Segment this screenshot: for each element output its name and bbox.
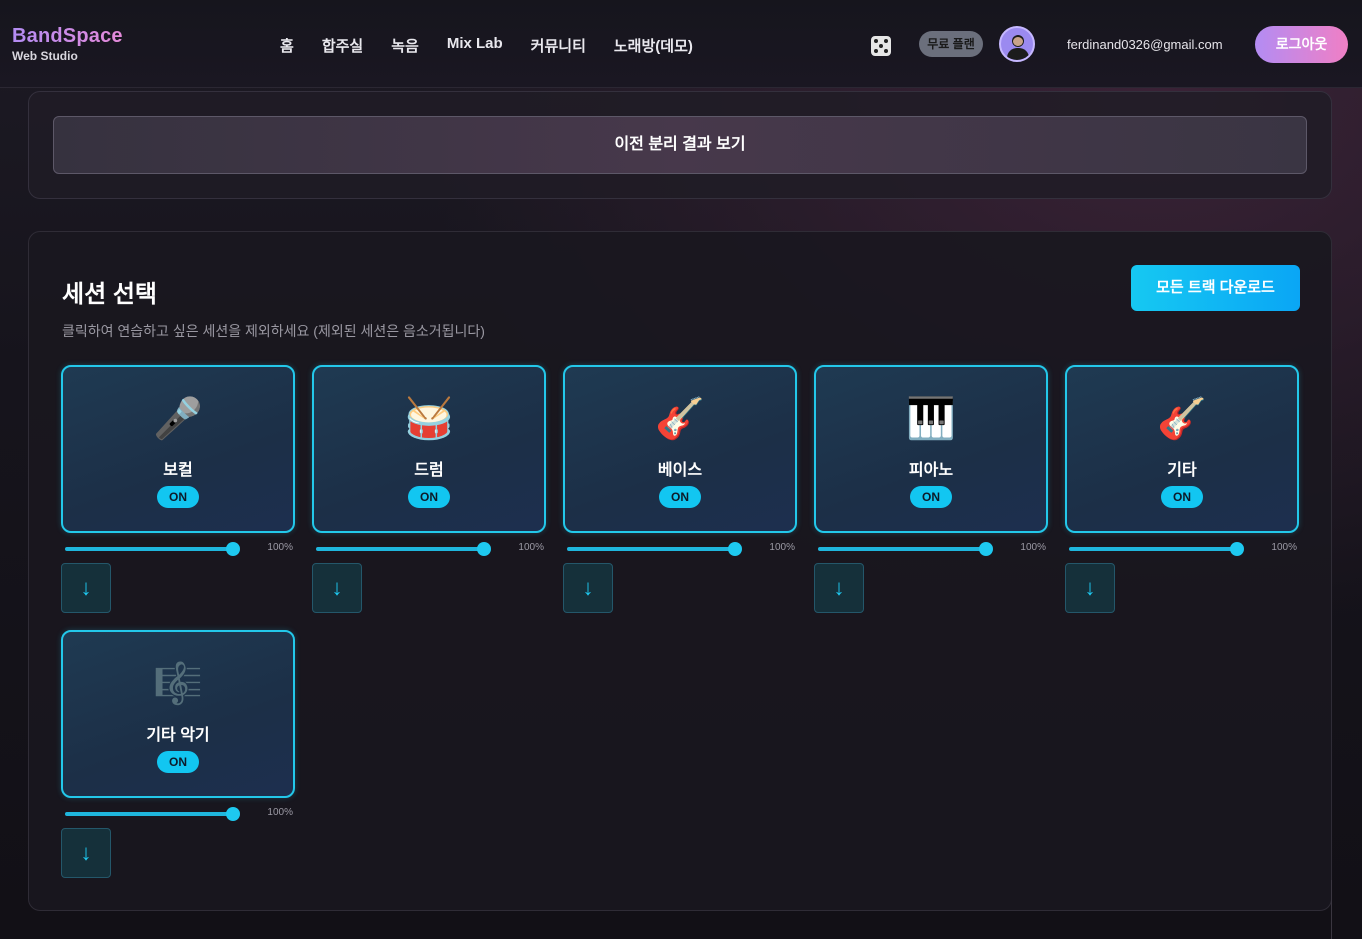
music-score-icon: 🎼 — [153, 662, 203, 706]
track-status-badge[interactable]: ON — [408, 486, 450, 508]
volume-percent: 100% — [267, 807, 293, 818]
volume-knob[interactable] — [477, 542, 491, 556]
track-download-button[interactable]: ↓ — [1065, 563, 1115, 613]
volume-rail — [316, 547, 484, 551]
track-name: 기타 악기 — [146, 727, 210, 744]
volume-knob[interactable] — [1230, 542, 1244, 556]
track-card[interactable]: 🎼 기타 악기 ON — [61, 630, 295, 798]
track-card[interactable]: 🎹 피아노 ON — [814, 365, 1048, 533]
nav-karaoke-demo[interactable]: 노래방(데모) — [614, 35, 693, 56]
volume-slider[interactable]: 100% — [563, 533, 797, 563]
track-status-badge[interactable]: ON — [157, 486, 199, 508]
track-item: 🥁 드럼 ON 100% ↓ — [312, 365, 546, 613]
track-download-button[interactable]: ↓ — [563, 563, 613, 613]
track-status-badge[interactable]: ON — [659, 486, 701, 508]
volume-percent: 100% — [1271, 542, 1297, 553]
volume-slider[interactable]: 100% — [814, 533, 1048, 563]
track-name: 피아노 — [908, 462, 954, 479]
track-item: 🎤 보컬 ON 100% ↓ — [61, 365, 295, 613]
track-name: 드럼 — [414, 462, 444, 479]
avatar-icon[interactable] — [999, 26, 1035, 62]
volume-percent: 100% — [1020, 542, 1046, 553]
track-card[interactable]: 🎸 기타 ON — [1065, 365, 1299, 533]
track-card[interactable]: 🎤 보컬 ON — [61, 365, 295, 533]
previous-results-card: 이전 분리 결과 보기 — [28, 91, 1332, 199]
dice-icon[interactable] — [871, 36, 891, 56]
microphone-icon: 🎤 — [153, 397, 203, 441]
plan-badge: 무료 플랜 — [919, 31, 983, 57]
logout-button[interactable]: 로그아웃 — [1255, 26, 1348, 63]
session-select-card: 세션 선택 클릭하여 연습하고 싶은 세션을 제외하세요 (제외된 세션은 음소… — [28, 231, 1332, 911]
track-name: 기타 — [1167, 462, 1197, 479]
volume-percent: 100% — [769, 542, 795, 553]
volume-rail — [65, 812, 233, 816]
brand-logo[interactable]: BandSpace Web Studio — [12, 25, 123, 63]
volume-percent: 100% — [267, 542, 293, 553]
track-item: 🎼 기타 악기 ON 100% ↓ — [61, 630, 295, 878]
volume-slider[interactable]: 100% — [1065, 533, 1299, 563]
nav-home[interactable]: 홈 — [280, 35, 294, 56]
track-download-button[interactable]: ↓ — [61, 563, 111, 613]
track-card[interactable]: 🥁 드럼 ON — [312, 365, 546, 533]
top-header: BandSpace Web Studio 홈 합주실 녹음 Mix Lab 커뮤… — [0, 0, 1362, 88]
track-item: 🎸 기타 ON 100% ↓ — [1065, 365, 1299, 613]
volume-knob[interactable] — [226, 542, 240, 556]
guitar-icon: 🎸 — [655, 397, 705, 441]
track-status-badge[interactable]: ON — [910, 486, 952, 508]
volume-slider[interactable]: 100% — [61, 533, 295, 563]
session-title: 세션 선택 — [62, 281, 157, 308]
scrollbar-edge — [1331, 880, 1332, 939]
volume-slider[interactable]: 100% — [61, 798, 295, 828]
volume-rail — [567, 547, 735, 551]
track-card[interactable]: 🎸 베이스 ON — [563, 365, 797, 533]
volume-rail — [65, 547, 233, 551]
nav-rehearsal-room[interactable]: 합주실 — [322, 35, 363, 56]
piano-icon: 🎹 — [906, 397, 956, 441]
download-all-tracks-button[interactable]: 모든 트랙 다운로드 — [1131, 265, 1300, 311]
guitar-icon: 🎸 — [1157, 397, 1207, 441]
brand-name: BandSpace — [12, 25, 123, 47]
volume-knob[interactable] — [979, 542, 993, 556]
track-name: 보컬 — [163, 462, 193, 479]
track-item: 🎹 피아노 ON 100% ↓ — [814, 365, 1048, 613]
brand-subtitle: Web Studio — [12, 49, 78, 63]
session-description: 클릭하여 연습하고 싶은 세션을 제외하세요 (제외된 세션은 음소거됩니다) — [62, 323, 485, 339]
view-previous-results-button[interactable]: 이전 분리 결과 보기 — [53, 116, 1307, 174]
volume-knob[interactable] — [728, 542, 742, 556]
nav-mix-lab[interactable]: Mix Lab — [447, 35, 503, 56]
track-download-button[interactable]: ↓ — [312, 563, 362, 613]
volume-knob[interactable] — [226, 807, 240, 821]
track-download-button[interactable]: ↓ — [61, 828, 111, 878]
nav-community[interactable]: 커뮤니티 — [531, 35, 586, 56]
volume-rail — [1069, 547, 1237, 551]
track-item: 🎸 베이스 ON 100% ↓ — [563, 365, 797, 613]
nav-recording[interactable]: 녹음 — [391, 35, 419, 56]
volume-slider[interactable]: 100% — [312, 533, 546, 563]
user-email: ferdinand0326@gmail.com — [1067, 37, 1223, 52]
track-download-button[interactable]: ↓ — [814, 563, 864, 613]
drum-icon: 🥁 — [404, 397, 454, 441]
track-status-badge[interactable]: ON — [157, 751, 199, 773]
track-status-badge[interactable]: ON — [1161, 486, 1203, 508]
track-name: 베이스 — [657, 462, 703, 479]
volume-rail — [818, 547, 986, 551]
main-nav: 홈 합주실 녹음 Mix Lab 커뮤니티 노래방(데모) — [280, 35, 721, 56]
volume-percent: 100% — [518, 542, 544, 553]
